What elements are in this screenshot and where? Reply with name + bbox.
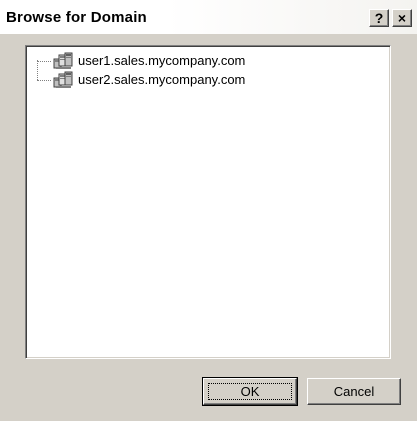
dialog-title: Browse for Domain [6, 9, 147, 26]
domain-tree[interactable]: user1.sales.mycompany.com user2.sales.my… [25, 45, 391, 359]
ok-button-label: OK [240, 384, 260, 399]
cancel-button[interactable]: Cancel [307, 378, 401, 405]
domain-icon [53, 71, 73, 88]
ok-button[interactable]: OK [202, 377, 298, 406]
tree-item-label: user2.sales.mycompany.com [78, 72, 246, 87]
tree-connector-line [37, 80, 51, 81]
tree-item-user1[interactable]: user1.sales.mycompany.com [26, 52, 366, 70]
domain-icon [53, 52, 73, 69]
help-button[interactable]: ? [369, 9, 389, 27]
tree-item-user2[interactable]: user2.sales.mycompany.com [26, 71, 366, 89]
tree-item-label: user1.sales.mycompany.com [78, 53, 246, 68]
browse-for-domain-dialog: Browse for Domain ? × user1.sales.mycomp… [0, 0, 417, 421]
title-bar[interactable]: Browse for Domain ? × [0, 0, 417, 34]
close-button[interactable]: × [392, 9, 412, 27]
tree-connector-line [37, 61, 51, 62]
